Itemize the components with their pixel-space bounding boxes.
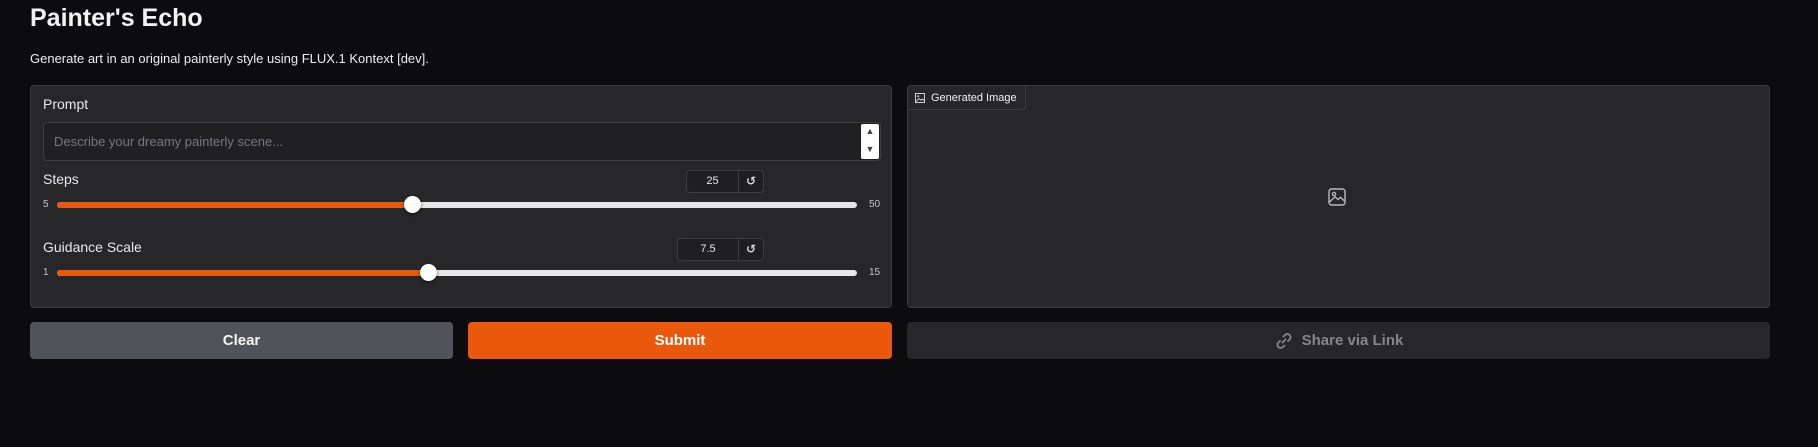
guidance-slider[interactable]	[57, 264, 857, 281]
output-label-tab: Generated Image	[908, 86, 1026, 110]
prompt-scrollbar[interactable]: ▲ ▼	[861, 124, 879, 159]
share-via-link-label: Share via Link	[1301, 332, 1404, 349]
prompt-field[interactable]: ▲ ▼	[43, 122, 881, 161]
scroll-up-icon[interactable]: ▲	[861, 126, 879, 136]
clear-button[interactable]: Clear	[30, 322, 453, 359]
guidance-number-input[interactable]: 7.5	[678, 239, 739, 260]
steps-number-input[interactable]: 25	[687, 171, 739, 192]
prompt-label: Prompt	[43, 96, 89, 112]
steps-number-field[interactable]: 25 ↺	[686, 170, 764, 193]
input-panel: Prompt ▲ ▼ Steps 25 ↺ 5 50 Guidance Scal…	[30, 85, 892, 308]
scroll-down-icon[interactable]: ▼	[861, 144, 879, 154]
steps-slider-fill	[57, 202, 413, 208]
submit-button[interactable]: Submit	[468, 322, 892, 359]
guidance-label: Guidance Scale	[43, 239, 142, 255]
link-icon	[1276, 332, 1292, 349]
reset-icon[interactable]: ↺	[739, 239, 763, 260]
steps-min: 5	[43, 199, 49, 210]
output-panel: Generated Image	[907, 85, 1770, 308]
image-placeholder-icon	[1328, 188, 1346, 206]
guidance-max: 15	[869, 267, 881, 278]
prompt-input[interactable]	[44, 123, 858, 160]
guidance-number-field[interactable]: 7.5 ↺	[677, 238, 764, 261]
guidance-slider-fill	[57, 270, 429, 276]
guidance-slider-thumb[interactable]	[420, 264, 438, 281]
guidance-min: 1	[43, 267, 49, 278]
image-icon	[915, 92, 925, 103]
steps-slider-thumb[interactable]	[404, 196, 422, 213]
page-title: Painter's Echo	[30, 4, 203, 32]
steps-slider[interactable]	[57, 196, 857, 213]
reset-icon[interactable]: ↺	[739, 171, 763, 192]
output-label: Generated Image	[931, 91, 1017, 104]
steps-label: Steps	[43, 171, 79, 187]
share-via-link-button[interactable]: Share via Link	[907, 322, 1770, 359]
steps-max: 50	[869, 199, 881, 210]
page-subtitle: Generate art in an original painterly st…	[30, 51, 429, 66]
